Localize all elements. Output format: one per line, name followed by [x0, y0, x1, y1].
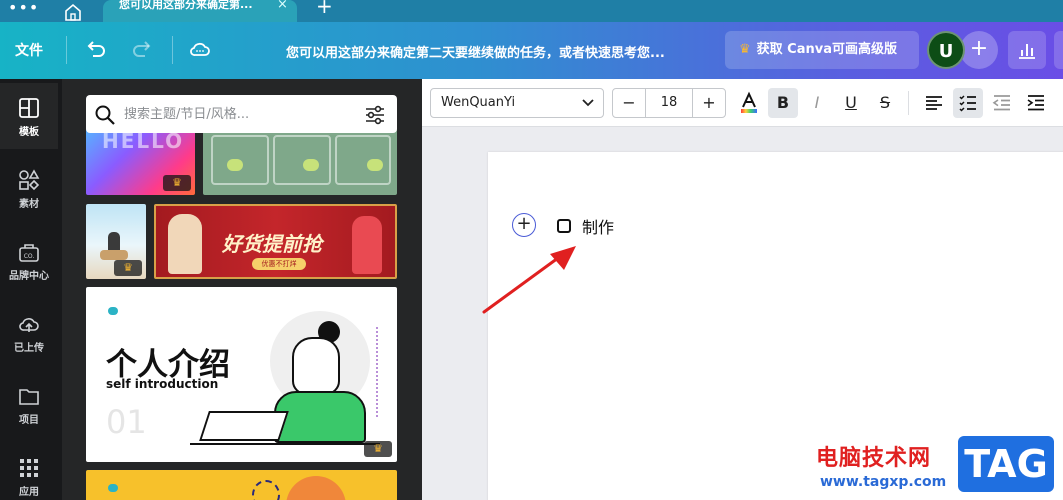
outdent-button[interactable]: [987, 88, 1017, 118]
indent-button[interactable]: [1021, 88, 1051, 118]
browser-tab-title: 您可以用这部分来确定第...: [119, 0, 253, 10]
add-element-button[interactable]: +: [512, 213, 536, 237]
rail-label: 应用: [19, 487, 39, 498]
template-card[interactable]: 好货提前抢 优惠不打烊: [154, 204, 397, 279]
task-checkbox[interactable]: [557, 219, 571, 233]
folder-icon: [19, 389, 39, 405]
watermark-site-name: 电脑技术网: [816, 446, 932, 471]
rail-item-uploads[interactable]: 已上传: [0, 299, 58, 365]
template-card[interactable]: [86, 470, 397, 500]
decrease-font-size-button[interactable]: −: [613, 89, 645, 117]
font-size-input[interactable]: 18: [645, 89, 693, 117]
card-text: 好货提前抢: [222, 232, 322, 256]
align-left-icon: [926, 96, 942, 110]
get-premium-button[interactable]: ♛ 获取 Canva可画高级版: [725, 31, 919, 69]
redo-icon[interactable]: [130, 37, 154, 61]
side-nav-rail: 模板 素材 CO. 品牌中心 已上传 项目 应用: [0, 79, 62, 500]
crown-icon: ♛: [364, 441, 392, 457]
indent-icon: [1027, 95, 1044, 111]
search-icon: [95, 105, 115, 125]
increase-font-size-button[interactable]: +: [693, 89, 725, 117]
close-icon[interactable]: ×: [277, 0, 288, 12]
crown-icon: ♛: [163, 175, 191, 191]
header-divider: [172, 36, 173, 64]
underline-button[interactable]: U: [836, 88, 866, 118]
file-menu-button[interactable]: 文件: [15, 40, 43, 60]
italic-button[interactable]: I: [802, 88, 832, 118]
browser-tab-active[interactable]: 您可以用这部分来确定第... ×: [103, 0, 297, 22]
svg-text:CO.: CO.: [24, 253, 35, 260]
rail-label: 模板: [19, 127, 39, 138]
strikethrough-button[interactable]: S: [870, 88, 900, 118]
home-icon[interactable]: [58, 0, 88, 22]
undo-icon[interactable]: [84, 37, 108, 61]
text-color-button[interactable]: [734, 88, 764, 118]
search-input[interactable]: [124, 104, 352, 124]
card-text: self introduction: [106, 377, 219, 391]
cloud-save-icon[interactable]: [188, 37, 212, 61]
browser-menu-icon[interactable]: •••: [8, 0, 39, 17]
crown-icon: ♛: [739, 42, 751, 57]
font-family-select[interactable]: WenQuanYi: [430, 88, 604, 118]
premium-label: 获取 Canva可画高级版: [756, 42, 897, 57]
text-color-icon: [741, 91, 757, 113]
annotation-arrow: [482, 246, 576, 314]
templates-panel: HELLO ♛ ♛ 好货提前抢 优惠不打烊 个人介绍 self introduc…: [62, 79, 422, 500]
rail-label: 项目: [19, 415, 39, 426]
rail-item-templates[interactable]: 模板: [0, 83, 58, 149]
new-tab-button[interactable]: +: [316, 0, 333, 18]
watermark-logo: TAG: [958, 436, 1054, 492]
rail-item-brand[interactable]: CO. 品牌中心: [0, 227, 58, 293]
avatar[interactable]: U: [927, 31, 965, 69]
card-text: 优惠不打烊: [252, 258, 306, 270]
rail-item-projects[interactable]: 项目: [0, 371, 58, 437]
rail-item-elements[interactable]: 素材: [0, 155, 58, 221]
template-card[interactable]: ♛: [86, 204, 146, 279]
crown-icon: ♛: [114, 260, 142, 276]
canva-editor-window: ••• 您可以用这部分来确定第... × + 文件 您可以用这部分来确定第二天要…: [0, 0, 1063, 500]
watermark-url: www.tagxp.com: [820, 474, 947, 490]
checklist-icon: [959, 95, 976, 112]
share-button[interactable]: [1054, 31, 1063, 69]
card-text: 01: [106, 403, 147, 441]
outdent-icon: [992, 95, 1010, 111]
browser-tab-bar: ••• 您可以用这部分来确定第... × +: [0, 0, 1063, 22]
font-family-value: WenQuanYi: [441, 95, 516, 110]
toolbar-divider: [908, 91, 909, 115]
rail-label: 品牌中心: [9, 271, 49, 282]
bar-chart-icon: [1019, 44, 1035, 59]
chevron-down-icon: [582, 99, 594, 107]
text-toolbar: WenQuanYi − 18 + B I U S: [422, 79, 1063, 127]
apps-icon: [20, 459, 38, 477]
brand-icon: CO.: [19, 244, 39, 262]
elements-icon: [19, 169, 40, 191]
insights-button[interactable]: [1008, 31, 1046, 69]
invite-button[interactable]: +: [960, 31, 998, 69]
rail-label: 素材: [19, 199, 39, 210]
filter-icon[interactable]: [364, 104, 386, 126]
editor-header: 文件 您可以用这部分来确定第二天要继续做的任务，或者快速思考您... ♛ 获取 C…: [0, 22, 1063, 79]
upload-icon: [19, 318, 39, 332]
template-card[interactable]: 个人介绍 self introduction 01 ♛: [86, 287, 397, 462]
task-text[interactable]: 制作: [582, 214, 614, 238]
document-title[interactable]: 您可以用这部分来确定第二天要继续做的任务，或者快速思考您...: [286, 42, 696, 61]
rail-item-apps[interactable]: 应用: [0, 443, 58, 500]
align-left-button[interactable]: [919, 88, 949, 118]
rail-label: 已上传: [14, 343, 44, 354]
header-divider: [66, 36, 67, 64]
bold-button[interactable]: B: [768, 88, 798, 118]
font-size-stepper: − 18 +: [612, 88, 726, 118]
checklist-button[interactable]: [953, 88, 983, 118]
more-toolbar-button[interactable]: [1055, 88, 1063, 118]
template-search-box: [86, 95, 397, 133]
template-icon: [19, 98, 39, 118]
